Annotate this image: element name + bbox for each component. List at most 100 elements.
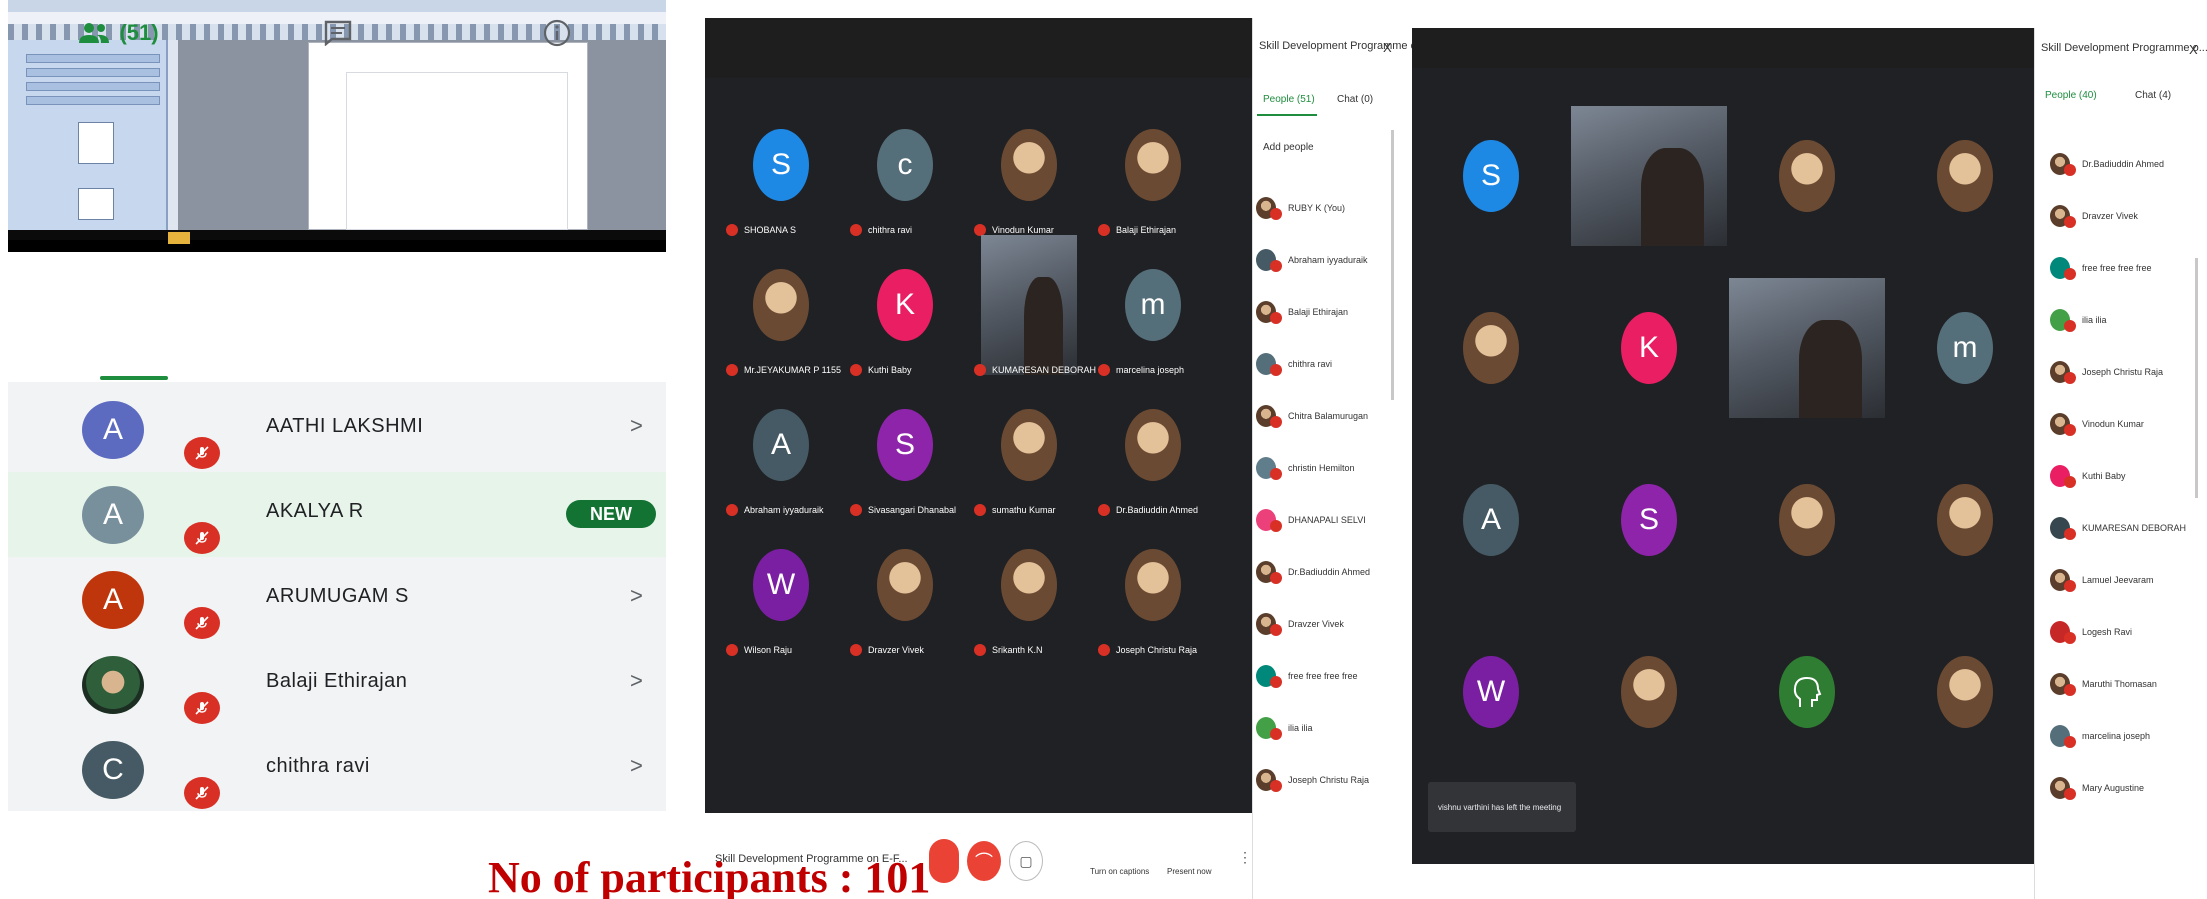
tab-people-count[interactable]: People (40) <box>2045 90 2097 101</box>
people-list-item[interactable]: Vinodun Kumar <box>2050 404 2144 444</box>
people-list-item[interactable]: Dravzer Vivek <box>1256 604 1344 644</box>
chevron-right-icon[interactable]: > <box>630 583 643 609</box>
mic-off-icon <box>726 504 738 516</box>
people-list-item[interactable]: Joseph Christu Raja <box>1256 760 1369 800</box>
participant-name: Joseph Christu Raja <box>2082 367 2164 377</box>
scrollbar[interactable] <box>2195 258 2198 498</box>
tab-info[interactable] <box>448 0 666 66</box>
avatar <box>1001 409 1057 481</box>
tab-people-count[interactable]: People (51) <box>1263 94 1315 105</box>
participant-row[interactable]: Cchithra ravi > <box>8 727 666 812</box>
people-list-item[interactable]: KUMARESAN DEBORAH <box>2050 508 2186 548</box>
people-list-item[interactable]: Balaji Ethirajan <box>1256 292 1348 332</box>
avatar: m <box>1125 269 1181 341</box>
participant-name: Balaji Ethirajan <box>266 670 408 692</box>
people-list-item[interactable]: ilia ilia <box>2050 300 2107 340</box>
participants-caption: No of participants : 101 <box>488 853 931 899</box>
task-pane-item[interactable] <box>26 82 160 91</box>
tab-chat-count[interactable]: Chat (0) <box>1337 94 1373 105</box>
mic-off-icon <box>1098 224 1110 236</box>
avatar: S <box>753 129 809 201</box>
mic-off-icon <box>1098 644 1110 656</box>
avatar: W <box>753 549 809 621</box>
people-list-item[interactable]: free free free free <box>2050 248 2152 288</box>
tab-chat[interactable] <box>228 0 448 66</box>
captions-button[interactable]: Turn on captions <box>1090 867 1149 876</box>
participant-row[interactable]: A AKALYA R NEW <box>8 472 666 557</box>
people-list-item[interactable]: Joseph Christu Raja <box>2050 352 2163 392</box>
participant-name: Mr.JEYAKUMAR P 1155 <box>744 365 842 375</box>
tab-people[interactable]: (51) <box>8 0 228 66</box>
tab-chat-count[interactable]: Chat (4) <box>2135 90 2171 101</box>
mic-off-icon <box>1270 208 1282 220</box>
mic-off-icon <box>726 364 738 376</box>
task-pane-item[interactable] <box>26 68 160 77</box>
people-list-item[interactable]: Lamuel Jeevaram <box>2050 560 2154 600</box>
participant-name: Vinodun Kumar <box>2082 419 2144 429</box>
person-silhouette <box>1799 320 1862 418</box>
people-list-item[interactable]: Kuthi Baby <box>2050 456 2126 496</box>
chevron-right-icon[interactable]: > <box>630 668 643 694</box>
mic-off-icon <box>1270 676 1282 688</box>
people-list-item[interactable]: Dr.Badiuddin Ahmed <box>1256 552 1370 592</box>
scrollbar[interactable] <box>1391 130 1394 400</box>
mic-off-icon <box>2064 372 2076 384</box>
page-margin-guide <box>346 72 568 230</box>
participant-name: Dr.Badiuddin Ahmed <box>1288 567 1371 577</box>
status-bar <box>8 230 666 240</box>
camera-icon[interactable]: ▢ <box>1009 841 1043 881</box>
participant-row[interactable]: A AATHI LAKSHMI > <box>8 387 666 472</box>
video-tile[interactable] <box>1729 278 1885 418</box>
present-button[interactable]: Present now <box>1167 867 1211 876</box>
participant-row[interactable]: A ARUMUGAM S > <box>8 557 666 642</box>
people-list-item[interactable]: Dravzer Vivek <box>2050 196 2138 236</box>
people-list-item[interactable]: DHANAPALI SELVI <box>1256 500 1366 540</box>
people-list-item[interactable]: Logesh Ravi <box>2050 612 2132 652</box>
people-list-item[interactable]: ilia ilia <box>1256 708 1313 748</box>
participant-name: Mary Augustine <box>2082 783 2145 793</box>
participant-name: ilia ilia <box>1288 723 1313 733</box>
tile-name-label: SHOBANA S <box>726 222 796 238</box>
mic-button[interactable] <box>929 839 959 883</box>
close-icon[interactable]: X <box>2189 42 2198 57</box>
end-call-icon[interactable]: ⌒ <box>967 841 1001 881</box>
chevron-right-icon[interactable]: > <box>630 413 643 439</box>
taskbar-button[interactable] <box>168 232 190 244</box>
participant-name: Vinodun Kumar <box>992 225 1054 235</box>
mic-off-icon <box>184 437 220 469</box>
people-list-item[interactable]: free free free free <box>1256 656 1358 696</box>
mic-off-icon <box>184 692 220 724</box>
video-tile[interactable] <box>981 235 1077 375</box>
mic-off-icon <box>1098 504 1110 516</box>
task-pane-item[interactable] <box>26 96 160 105</box>
tile-name-label: Dravzer Vivek <box>850 642 924 658</box>
close-icon[interactable]: X <box>1383 40 1392 55</box>
mic-off-icon <box>184 777 220 809</box>
video-tile[interactable] <box>1571 106 1727 246</box>
people-list-item[interactable]: Chitra Balamurugan <box>1256 396 1368 436</box>
people-list-item[interactable]: Dr.Badiuddin Ahmed <box>2050 144 2164 184</box>
avatar: S <box>1463 140 1519 212</box>
template-thumbnail[interactable] <box>78 122 114 164</box>
participant-name: christin Hemilton <box>1288 463 1355 473</box>
mic-off-icon <box>726 644 738 656</box>
people-list-item[interactable]: RUBY K (You) <box>1256 188 1345 228</box>
people-list-item[interactable]: Maruthi Thomasan <box>2050 664 2157 704</box>
head-profile-icon <box>1779 656 1835 728</box>
mic-off-icon <box>2064 320 2076 332</box>
chevron-right-icon[interactable]: > <box>630 753 643 779</box>
more-options-icon[interactable]: ⋮ <box>1238 849 1252 866</box>
avatar <box>1125 549 1181 621</box>
avatar: C <box>82 741 144 799</box>
people-list-item[interactable]: chithra ravi <box>1256 344 1332 384</box>
participant-row[interactable]: Balaji Ethirajan > <box>8 642 666 727</box>
add-people-button[interactable]: Add people <box>1263 142 1314 153</box>
participant-name: free free free free <box>2082 263 2152 273</box>
people-list-item[interactable]: Abraham iyyaduraik <box>1256 240 1368 280</box>
people-list-item[interactable]: christin Hemilton <box>1256 448 1355 488</box>
template-thumbnail[interactable] <box>78 188 114 220</box>
people-list-item[interactable]: Mary Augustine <box>2050 768 2144 808</box>
mic-off-icon <box>2064 528 2076 540</box>
mic-off-icon <box>2064 164 2076 176</box>
people-list-item[interactable]: marcelina joseph <box>2050 716 2150 756</box>
